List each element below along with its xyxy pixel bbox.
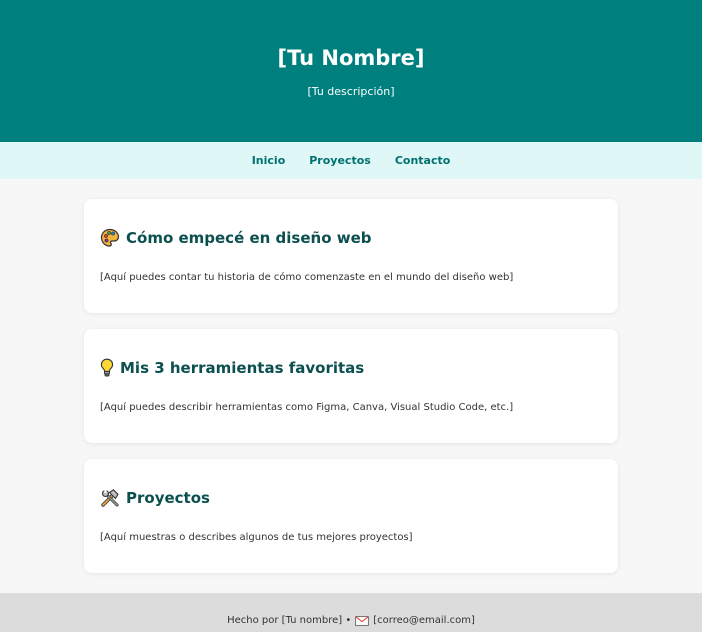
section-title-text: Cómo empecé en diseño web xyxy=(126,229,372,247)
footer-text: Hecho por [Tu nombre] • [correo@email.co… xyxy=(227,615,475,626)
section-title-text: Proyectos xyxy=(126,489,210,507)
site-description: [Tu descripción] xyxy=(307,85,395,98)
hammer-wrench-icon xyxy=(100,488,120,508)
section-title: Proyectos xyxy=(100,487,210,509)
footer-email[interactable]: [correo@email.com] xyxy=(373,615,475,626)
envelope-icon xyxy=(355,615,370,626)
section-title-text: Mis 3 herramientas favoritas xyxy=(120,359,365,377)
site-footer: Hecho por [Tu nombre] • [correo@email.co… xyxy=(0,593,702,632)
section-body: [Aquí muestras o describes algunos de tu… xyxy=(100,532,413,543)
lightbulb-icon xyxy=(100,358,114,378)
palette-icon xyxy=(100,228,120,248)
section-card-inicio-diseno: Cómo empecé en diseño web [Aquí puedes c… xyxy=(84,199,618,313)
section-body: [Aquí puedes describir herramientas como… xyxy=(100,402,514,413)
nav-link-inicio[interactable]: Inicio xyxy=(252,154,286,167)
section-title: Cómo empecé en diseño web xyxy=(100,227,372,249)
nav-link-contacto[interactable]: Contacto xyxy=(395,154,450,167)
section-body: [Aquí puedes contar tu historia de cómo … xyxy=(100,272,514,283)
site-title: [Tu Nombre] xyxy=(277,46,425,70)
main-content: Cómo empecé en diseño web [Aquí puedes c… xyxy=(0,179,702,573)
footer-prefix: Hecho por [Tu nombre] • xyxy=(227,615,352,626)
nav-link-proyectos[interactable]: Proyectos xyxy=(309,154,371,167)
section-card-herramientas: Mis 3 herramientas favoritas [Aquí puede… xyxy=(84,329,618,443)
main-nav: Inicio Proyectos Contacto xyxy=(0,142,702,179)
site-header: [Tu Nombre] [Tu descripción] xyxy=(0,0,702,142)
section-card-proyectos: Proyectos [Aquí muestras o describes alg… xyxy=(84,459,618,573)
section-title: Mis 3 herramientas favoritas xyxy=(100,357,364,379)
